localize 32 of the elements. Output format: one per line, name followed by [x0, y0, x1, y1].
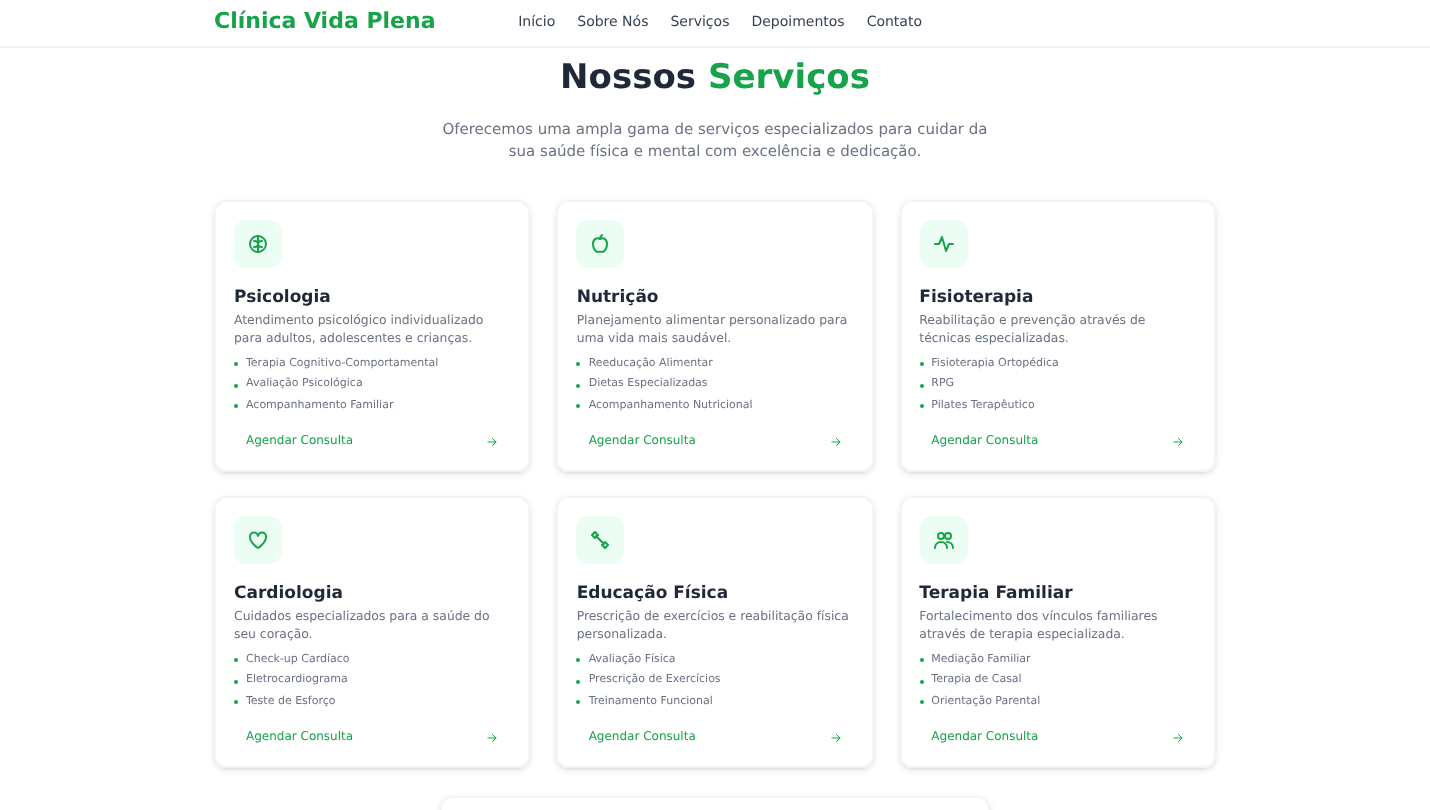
- bullet-icon: [919, 700, 924, 705]
- arrow-icon: [1171, 435, 1184, 447]
- bullet-icon: [576, 362, 581, 367]
- service-title: Terapia Familiar: [919, 581, 1075, 605]
- section-title: Nossos: [560, 56, 696, 102]
- service-title: Cardiologia: [234, 581, 345, 605]
- dumbbell-icon: [588, 527, 613, 551]
- bullet-icon: [919, 383, 924, 388]
- section-title-accent: Serviços: [708, 56, 870, 102]
- service-title: Psicologia: [234, 285, 333, 309]
- bullet-icon: [919, 404, 924, 409]
- apple-icon: [588, 231, 613, 255]
- service-title: Educação Física: [576, 581, 731, 605]
- bullet-icon: [576, 658, 581, 663]
- bullet-icon: [576, 404, 581, 409]
- bullet-icon: [919, 658, 924, 663]
- arrow-icon: [829, 731, 842, 743]
- pulse-icon: [931, 231, 956, 255]
- bullet-icon: [576, 383, 581, 388]
- users-icon: [931, 527, 956, 551]
- bullet-icon: [919, 679, 924, 684]
- heart-icon: [246, 527, 270, 551]
- arrow-icon: [486, 435, 499, 447]
- arrow-icon: [829, 435, 842, 447]
- arrow-icon: [486, 731, 499, 743]
- bullet-icon: [919, 362, 924, 367]
- service-title: Nutrição: [576, 285, 661, 309]
- service-title: Fisioterapia: [919, 285, 1036, 309]
- arrow-icon: [1171, 731, 1184, 743]
- bullet-icon: [576, 679, 581, 684]
- bullet-icon: [576, 700, 581, 705]
- clinic-logo[interactable]: Clínica Vida Plena: [214, 6, 436, 40]
